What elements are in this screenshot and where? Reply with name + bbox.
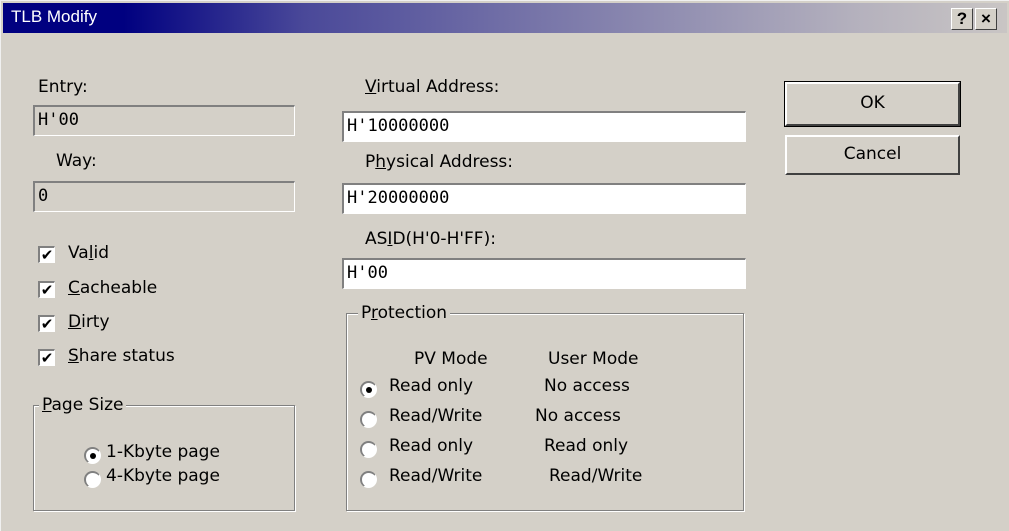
window-title: TLB Modify — [11, 7, 97, 26]
protection-1-user: No access — [535, 406, 621, 426]
protection-1-pv: Read/Write — [389, 406, 483, 426]
virtual-address-label: Virtual Address: — [365, 77, 500, 97]
cancel-button[interactable]: Cancel — [785, 135, 960, 175]
way-field: 0 — [33, 181, 295, 212]
protection-2-user: Read only — [544, 436, 629, 456]
protection-legend: Protection — [358, 303, 451, 323]
entry-label: Entry: — [38, 77, 88, 97]
checkbox-valid-box[interactable]: ✔ — [38, 246, 55, 263]
page-size-legend: Page Size — [39, 395, 127, 415]
asid-label: ASID(H'0-H'FF): — [365, 229, 496, 249]
title-bar[interactable]: TLB Modify ? × — [3, 3, 1007, 33]
checkbox-cacheable-label: Cacheable — [68, 278, 158, 298]
checkbox-share-status-label: Share status — [68, 346, 175, 366]
way-label: Way: — [56, 151, 97, 171]
protection-0-pv: Read only — [389, 376, 474, 396]
radio-4kbyte-label: 4-Kbyte page — [106, 466, 220, 486]
help-button[interactable]: ? — [951, 8, 973, 30]
checkbox-cacheable-box[interactable]: ✔ — [38, 281, 55, 298]
physical-address-label: Physical Address: — [365, 152, 514, 172]
entry-field: H'00 — [33, 105, 295, 136]
virtual-address-input[interactable]: H'10000000 — [342, 111, 746, 142]
checkbox-dirty-box[interactable]: ✔ — [38, 315, 55, 332]
checkbox-share-status-box[interactable]: ✔ — [38, 349, 55, 366]
user-mode-header: User Mode — [548, 349, 639, 369]
checkbox-valid-label: Valid — [68, 243, 109, 263]
radio-protection-0[interactable] — [360, 381, 377, 398]
protection-3-user: Read/Write — [549, 466, 643, 486]
protection-0-user: No access — [544, 376, 630, 396]
physical-address-input[interactable]: H'20000000 — [342, 183, 746, 214]
checkbox-dirty-label: Dirty — [68, 312, 110, 332]
ok-button[interactable]: OK — [784, 81, 961, 127]
pv-mode-header: PV Mode — [414, 349, 488, 369]
radio-1kbyte-label: 1-Kbyte page — [106, 442, 220, 462]
protection-3-pv: Read/Write — [389, 466, 483, 486]
radio-1kbyte[interactable] — [84, 447, 101, 464]
close-button[interactable]: × — [975, 8, 997, 30]
protection-2-pv: Read only — [389, 436, 474, 456]
radio-protection-3[interactable] — [360, 471, 377, 488]
radio-4kbyte[interactable] — [84, 471, 101, 488]
tlb-modify-dialog: TLB Modify ? × Entry: H'00 Way: 0 ✔ Vali… — [0, 0, 1009, 531]
asid-input[interactable]: H'00 — [342, 258, 746, 289]
radio-protection-1[interactable] — [360, 411, 377, 428]
radio-protection-2[interactable] — [360, 441, 377, 458]
